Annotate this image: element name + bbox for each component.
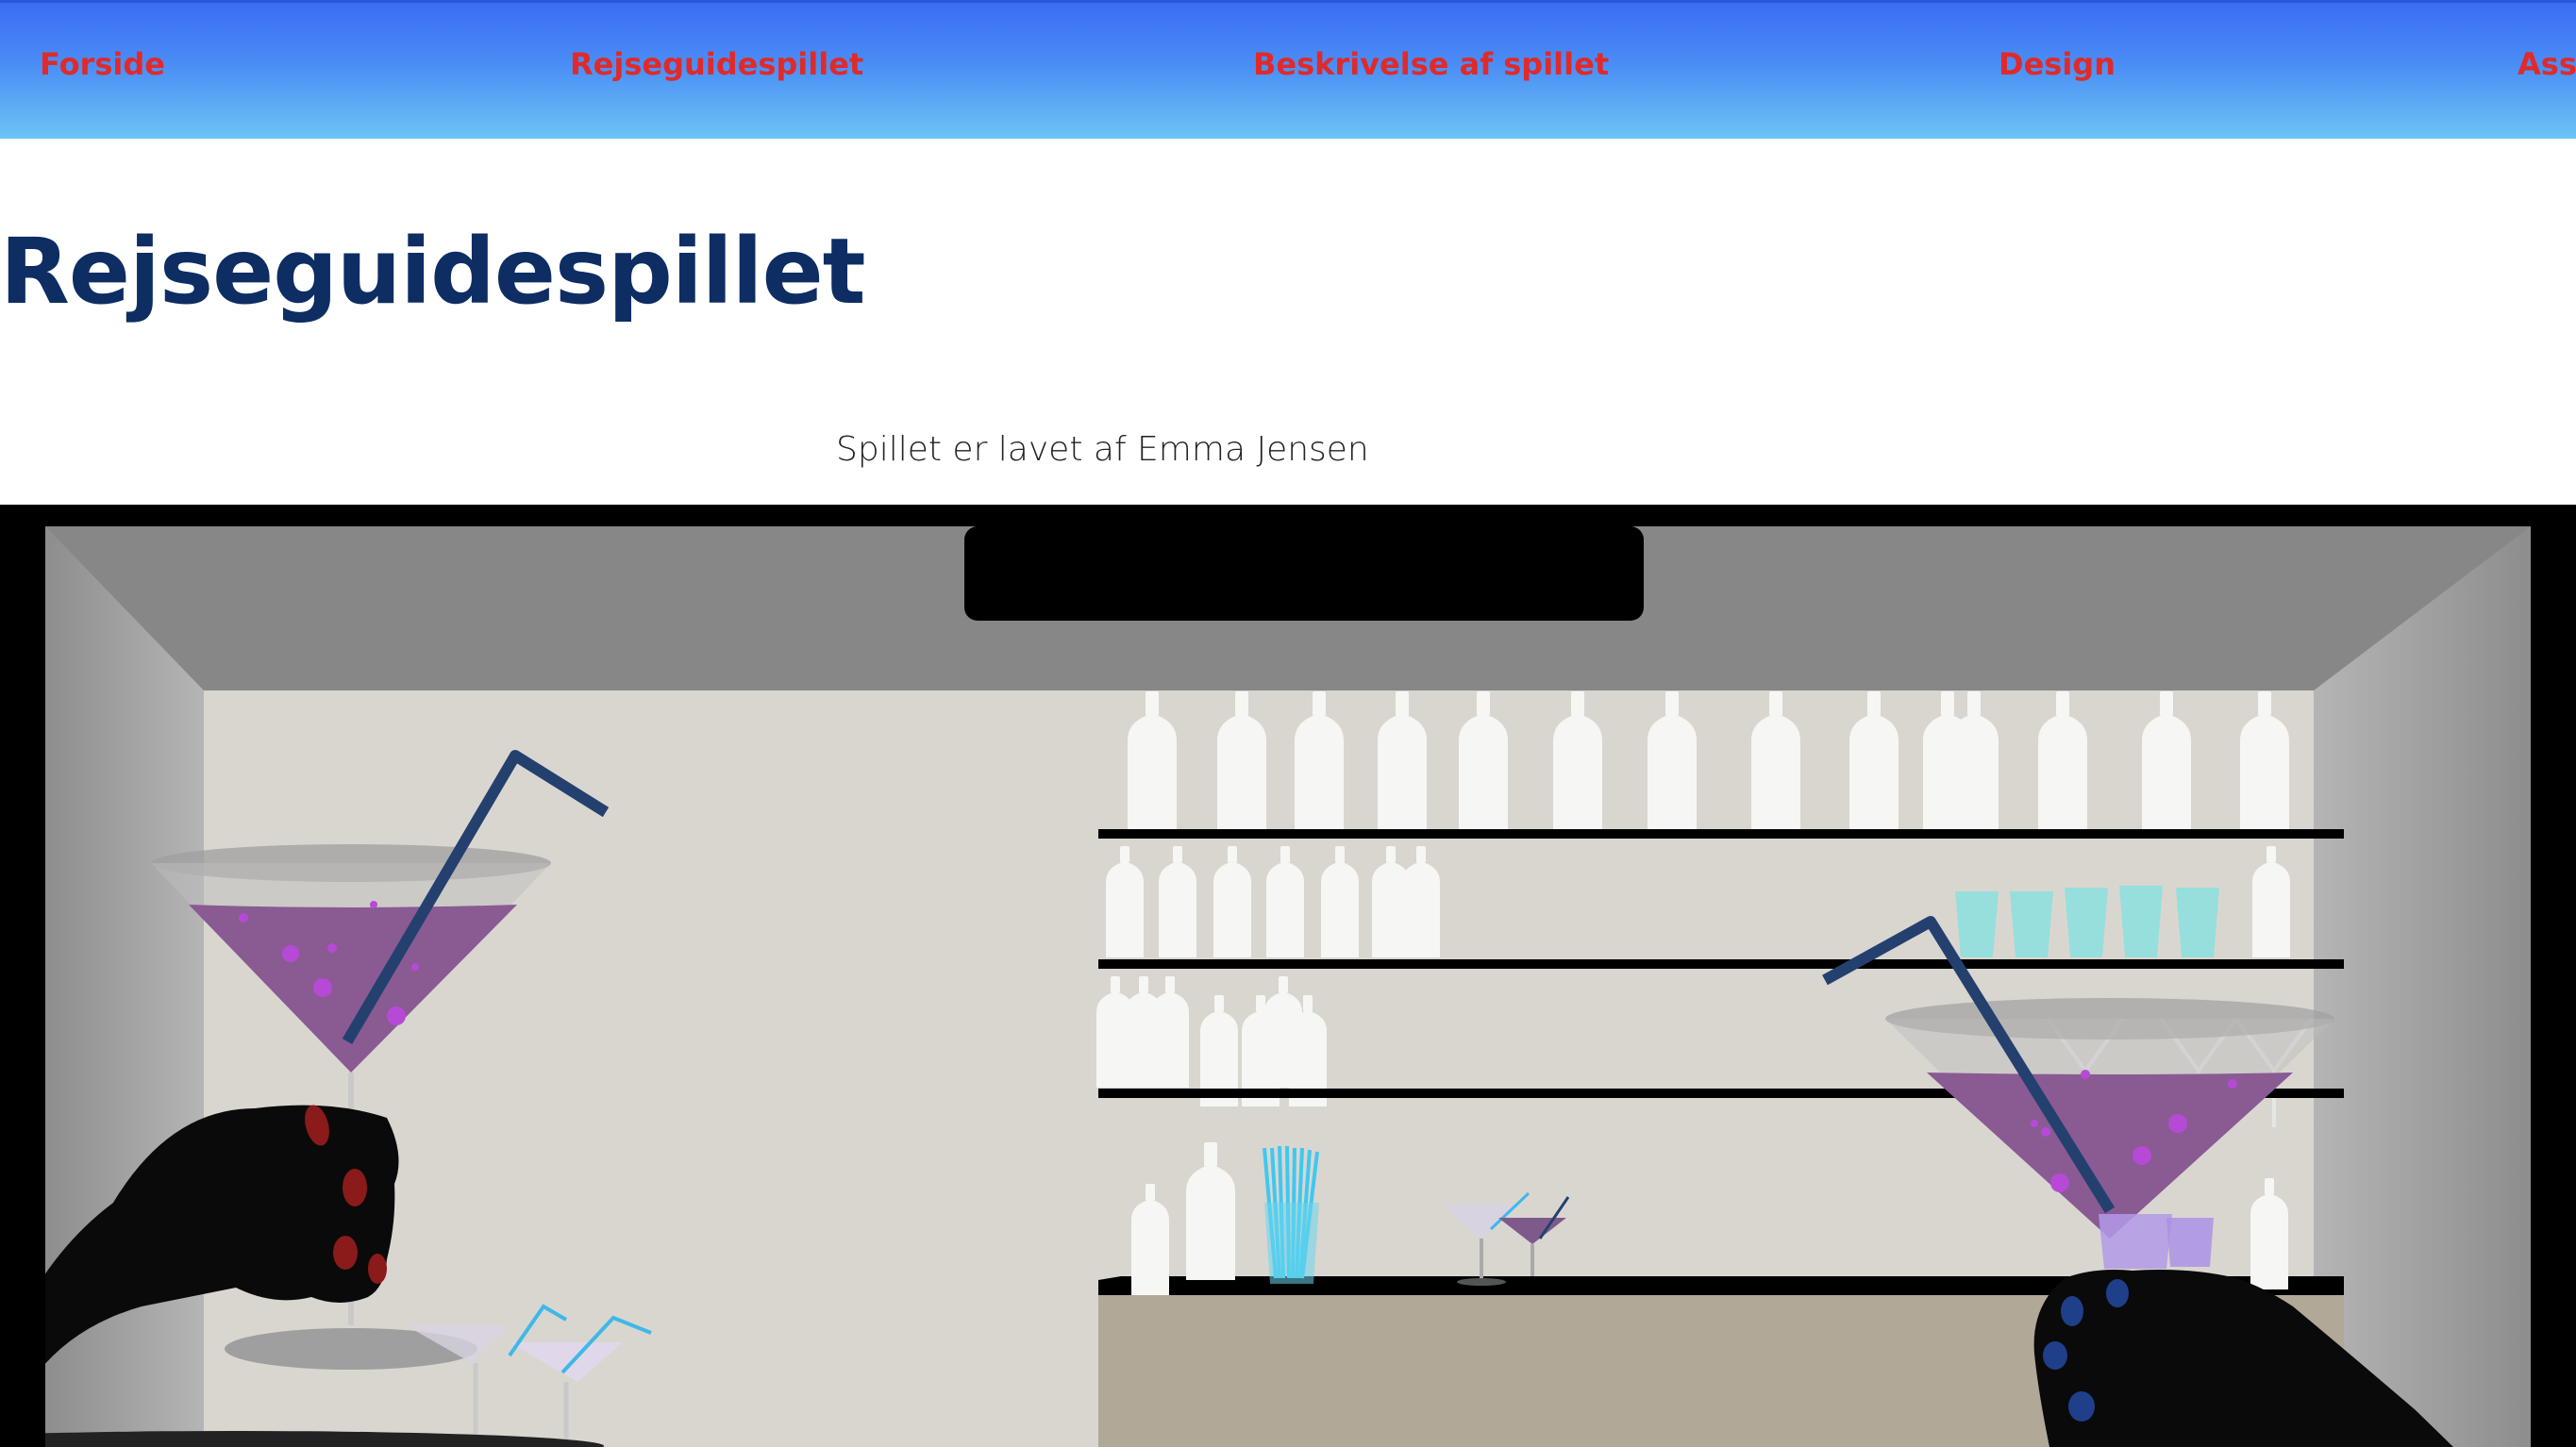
bar-scene-illustration (0, 505, 2576, 1447)
nav-rejseguidespillet[interactable]: Rejseguidespillet (570, 46, 863, 82)
nav-forside[interactable]: Forside (40, 46, 165, 82)
author-byline: Spillet er lavet af Emma Jensen (836, 430, 1369, 469)
nav-ass[interactable]: Ass (2517, 46, 2576, 82)
nav-design[interactable]: Design (1999, 46, 2116, 82)
top-navigation: Forside Rejseguidespillet Beskrivelse af… (0, 0, 2576, 139)
page-title: Rejseguidespillet (0, 219, 866, 324)
game-canvas[interactable] (0, 505, 2576, 1447)
nav-beskrivelse-af-spillet[interactable]: Beskrivelse af spillet (1253, 46, 1609, 82)
